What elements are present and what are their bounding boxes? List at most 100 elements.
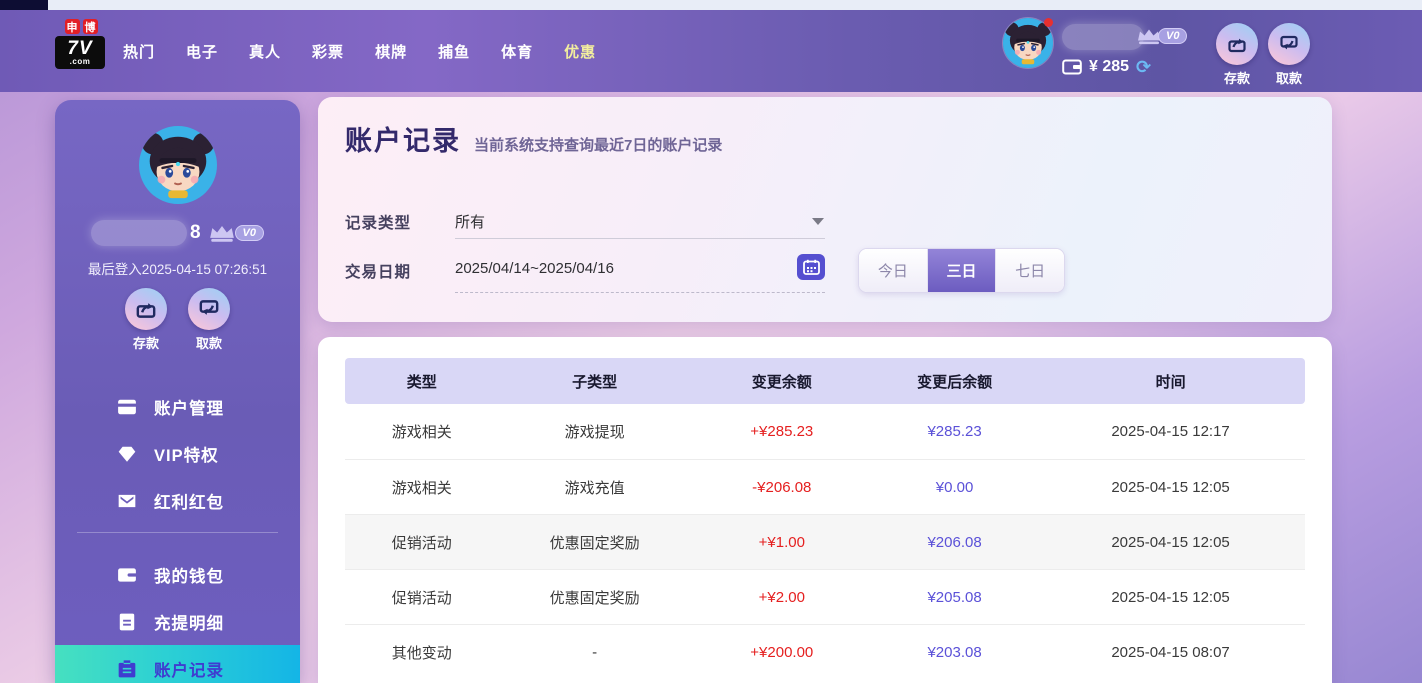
- cell-subtype: 优惠固定奖励: [499, 587, 691, 608]
- table-row[interactable]: 其他变动 - +¥200.00 ¥203.08 2025-04-15 08:07: [345, 624, 1305, 679]
- sidebar-item-label: 充提明细: [154, 610, 224, 634]
- gem-icon: [117, 444, 137, 464]
- table-row[interactable]: 游戏相关 游戏提现 +¥285.23 ¥285.23 2025-04-15 12…: [345, 404, 1305, 459]
- vip-badge-group[interactable]: V0: [1136, 27, 1187, 45]
- deposit-button[interactable]: 存款: [1216, 23, 1258, 87]
- sidebar-avatar[interactable]: [139, 126, 217, 204]
- header-after-balance: 变更后余额: [873, 371, 1036, 392]
- sidebar-vip-badge: V0: [235, 225, 264, 241]
- wallet-icon: [117, 565, 137, 585]
- cell-subtype: -: [499, 644, 691, 661]
- withdraw-icon: [197, 297, 221, 321]
- sidebar-item-account-records[interactable]: 账户记录: [55, 645, 300, 683]
- date-range-quick-buttons: 今日 三日 七日: [858, 248, 1065, 293]
- table-row[interactable]: 促销活动 优惠固定奖励 +¥2.00 ¥205.08 2025-04-15 12…: [345, 569, 1305, 624]
- cell-time: 2025-04-15 12:05: [1036, 589, 1305, 606]
- sidebar-item-label: 红利红包: [154, 489, 224, 513]
- browser-top-strip: [0, 0, 1422, 10]
- sidebar-withdraw-button[interactable]: 取款: [188, 288, 230, 352]
- record-type-underline: [455, 238, 825, 239]
- withdraw-button[interactable]: 取款: [1268, 23, 1310, 87]
- balance-amount: ¥ 285: [1089, 58, 1129, 76]
- cell-time: 2025-04-15 12:05: [1036, 534, 1305, 551]
- sidebar: 8 V0 最后登入2025-04-15 07:26:51 存款 取款 账户管理 …: [55, 100, 300, 683]
- sidebar-username-row: 8 V0: [55, 220, 300, 246]
- header-type: 类型: [345, 371, 499, 392]
- cell-change-amount: +¥1.00: [691, 534, 873, 551]
- notification-dot: [1044, 18, 1053, 27]
- cell-after-balance: ¥0.00: [873, 479, 1036, 496]
- sidebar-item-vip[interactable]: VIP特权: [55, 430, 300, 477]
- cell-after-balance: ¥203.08: [873, 644, 1036, 661]
- sidebar-item-transaction-details[interactable]: 充提明细: [55, 598, 300, 645]
- cell-change-amount: +¥200.00: [691, 644, 873, 661]
- clipboard-icon: [117, 659, 137, 679]
- sidebar-deposit-label: 存款: [125, 333, 167, 352]
- withdraw-label: 取款: [1268, 68, 1310, 87]
- table-header-row: 类型 子类型 变更余额 变更后余额 时间: [345, 358, 1305, 404]
- refresh-balance-icon[interactable]: ⟳: [1136, 58, 1151, 76]
- crown-icon: [208, 223, 236, 243]
- cell-subtype: 游戏提现: [499, 421, 691, 442]
- cell-type: 促销活动: [345, 587, 499, 608]
- document-icon: [117, 612, 137, 632]
- last-login-text: 最后登入2025-04-15 07:26:51: [55, 258, 300, 278]
- table-body: 游戏相关 游戏提现 +¥285.23 ¥285.23 2025-04-15 12…: [345, 404, 1305, 679]
- vip-level-badge: V0: [1158, 28, 1187, 44]
- records-header-panel: 账户记录 当前系统支持查询最近7日的账户记录 记录类型 所有 交易日期 2025…: [318, 97, 1332, 322]
- cell-after-balance: ¥206.08: [873, 534, 1036, 551]
- deposit-label: 存款: [1216, 68, 1258, 87]
- calendar-button[interactable]: [797, 254, 825, 280]
- table-row[interactable]: 游戏相关 游戏充值 -¥206.08 ¥0.00 2025-04-15 12:0…: [345, 459, 1305, 514]
- sidebar-item-bonus[interactable]: 红利红包: [55, 477, 300, 524]
- date-range-underline: [455, 292, 825, 293]
- top-navbar: 申 博 7V .com 热门 电子 真人 彩票 棋牌 捕鱼 体育 优惠 V0: [0, 10, 1422, 92]
- cell-type: 游戏相关: [345, 421, 499, 442]
- sidebar-item-label: VIP特权: [154, 442, 219, 466]
- username-masked: [1062, 24, 1144, 50]
- cell-type: 游戏相关: [345, 477, 499, 498]
- cell-change-amount: -¥206.08: [691, 479, 873, 496]
- sidebar-item-label: 账户管理: [154, 395, 224, 419]
- page-subtitle: 当前系统支持查询最近7日的账户记录: [474, 134, 722, 155]
- sidebar-actions: 存款 取款: [55, 288, 300, 352]
- cell-subtype: 优惠固定奖励: [499, 532, 691, 553]
- cell-after-balance: ¥285.23: [873, 423, 1036, 440]
- cell-type: 其他变动: [345, 642, 499, 663]
- sidebar-item-label: 账户记录: [154, 657, 224, 681]
- cell-subtype: 游戏充值: [499, 477, 691, 498]
- records-table-panel: 类型 子类型 变更余额 变更后余额 时间 游戏相关 游戏提现 +¥285.23 …: [318, 337, 1332, 683]
- sidebar-deposit-button[interactable]: 存款: [125, 288, 167, 352]
- cell-type: 促销活动: [345, 532, 499, 553]
- cell-time: 2025-04-15 12:05: [1036, 479, 1305, 496]
- sidebar-username-masked: [91, 220, 187, 246]
- card-icon: [117, 397, 137, 417]
- cell-after-balance: ¥205.08: [873, 589, 1036, 606]
- sidebar-divider: [77, 532, 278, 533]
- range-button-3days[interactable]: 三日: [928, 249, 997, 292]
- withdraw-icon: [1278, 33, 1300, 55]
- record-type-label: 记录类型: [345, 211, 411, 233]
- sidebar-item-my-wallet[interactable]: 我的钱包: [55, 551, 300, 598]
- wallet-icon: [1062, 59, 1082, 75]
- balance-row: ¥ 285 ⟳: [1062, 58, 1151, 76]
- top-strip-dark-corner: [0, 0, 48, 10]
- cell-time: 2025-04-15 08:07: [1036, 644, 1305, 661]
- sidebar-item-label: 我的钱包: [154, 563, 224, 587]
- chevron-down-icon[interactable]: [812, 218, 824, 225]
- user-cluster: V0 ¥ 285 ⟳ 存款 取款: [0, 10, 1422, 92]
- sidebar-withdraw-label: 取款: [188, 333, 230, 352]
- page-title: 账户记录: [345, 119, 461, 158]
- range-button-7days[interactable]: 七日: [996, 249, 1064, 292]
- sidebar-menu: 账户管理 VIP特权 红利红包 我的钱包 充提明细: [55, 383, 300, 683]
- date-range-input[interactable]: 2025/04/14~2025/04/16: [455, 260, 614, 277]
- header-subtype: 子类型: [499, 371, 691, 392]
- range-button-today[interactable]: 今日: [859, 249, 928, 292]
- header-time: 时间: [1036, 371, 1305, 392]
- deposit-icon: [1226, 33, 1248, 55]
- record-type-select[interactable]: 所有: [455, 211, 485, 232]
- cell-time: 2025-04-15 12:17: [1036, 423, 1305, 440]
- table-row[interactable]: 促销活动 优惠固定奖励 +¥1.00 ¥206.08 2025-04-15 12…: [345, 514, 1305, 569]
- header-change-amount: 变更余额: [691, 371, 873, 392]
- sidebar-item-account-management[interactable]: 账户管理: [55, 383, 300, 430]
